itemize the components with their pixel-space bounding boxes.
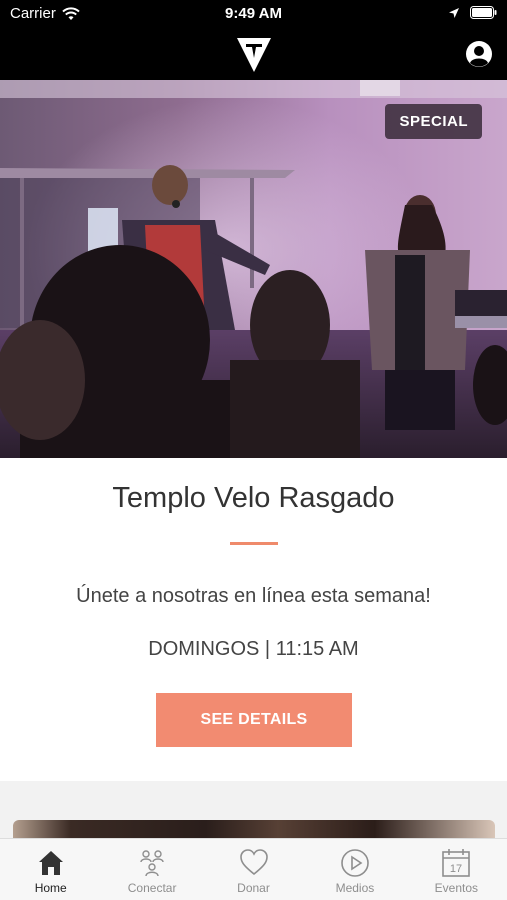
status-indicators: [448, 6, 497, 19]
tab-home-label: Home: [34, 881, 67, 895]
card-subtitle: Únete a nosotras en línea esta semana!: [76, 585, 431, 607]
battery-icon: [470, 6, 497, 19]
tab-donar-label: Donar: [237, 881, 270, 895]
home-icon: [38, 851, 63, 875]
status-bar: Carrier 9:49 AM: [0, 0, 507, 28]
tab-bar: Home Conectar Donar Medios 17 Eventos: [0, 838, 507, 900]
play-icon: [341, 849, 369, 877]
hero-image[interactable]: SPECIAL: [0, 80, 507, 458]
nav-bar: [0, 28, 507, 80]
tab-conectar-label: Conectar: [127, 881, 177, 895]
card-title: Templo Velo Rasgado: [112, 482, 395, 514]
calendar-icon: 17: [442, 849, 471, 877]
heart-icon: [239, 849, 268, 876]
church-logo-icon: [237, 38, 271, 72]
accent-divider: [230, 542, 278, 545]
tab-conectar[interactable]: Conectar: [101, 839, 202, 900]
profile-icon[interactable]: [465, 40, 493, 68]
status-time: 9:49 AM: [225, 5, 282, 22]
tab-eventos-label: Eventos: [434, 881, 478, 895]
location-arrow-icon: [449, 7, 459, 18]
tab-medios-label: Medios: [335, 881, 375, 895]
event-card: Templo Velo Rasgado Únete a nosotras en …: [0, 458, 507, 781]
tab-eventos[interactable]: 17 Eventos: [406, 839, 507, 900]
svg-text:17: 17: [450, 863, 462, 875]
special-badge: SPECIAL: [385, 104, 482, 139]
tab-home[interactable]: Home: [0, 839, 101, 900]
tab-donar[interactable]: Donar: [203, 839, 304, 900]
see-details-button[interactable]: SEE DETAILS: [156, 693, 352, 747]
tab-medios[interactable]: Medios: [304, 839, 405, 900]
people-icon: [140, 850, 164, 877]
card-schedule: DOMINGOS | 11:15 AM: [148, 638, 359, 660]
